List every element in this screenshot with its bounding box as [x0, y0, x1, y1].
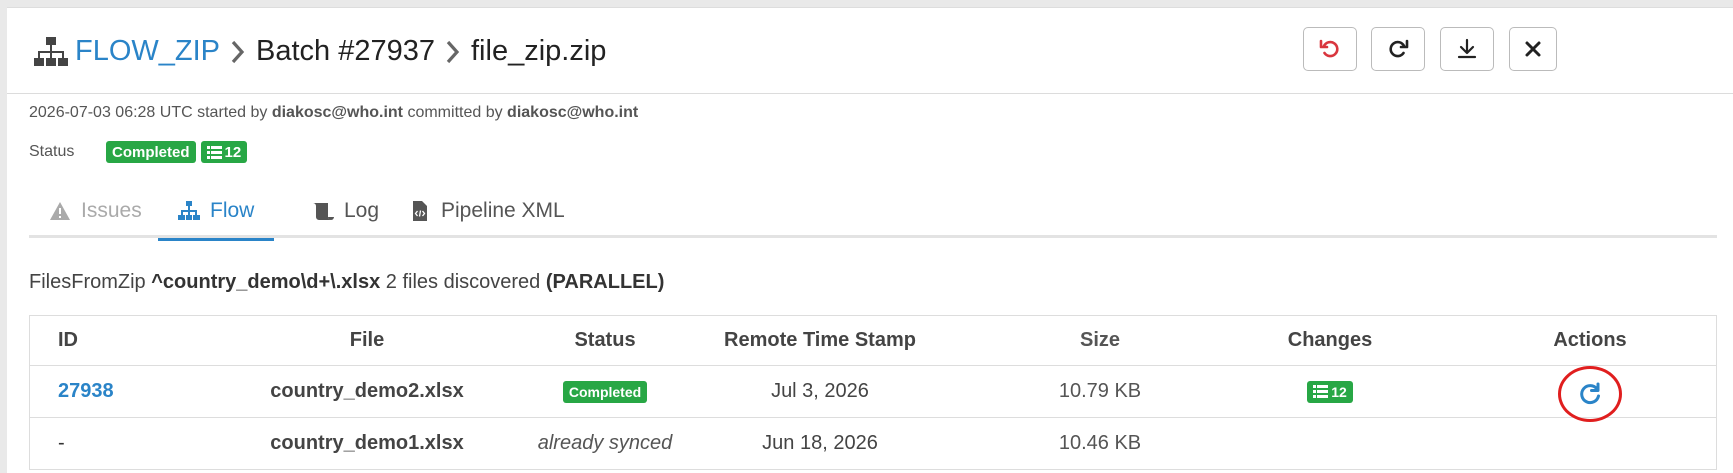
row-timestamp: Jun 18, 2026	[762, 432, 878, 454]
files-table: ID File Status Remote Time Stamp Size Ch…	[29, 315, 1717, 470]
row-status: already synced	[537, 432, 673, 454]
row-id-cell: 27938	[58, 366, 114, 417]
tab-issues[interactable]: Issues	[29, 184, 162, 238]
breadcrumb-batch[interactable]: Batch #27937	[256, 35, 435, 68]
row-changes-badge[interactable]: 12	[1307, 380, 1353, 403]
scroll-icon	[313, 203, 334, 220]
batch-meta: 2026-07-03 06:28 UTC started by diakosc@…	[29, 104, 638, 122]
close-button[interactable]	[1509, 27, 1557, 71]
tab-log[interactable]: Log	[292, 184, 399, 238]
refresh-icon[interactable]	[1577, 381, 1603, 407]
close-icon	[1525, 41, 1541, 57]
files-summary: FilesFromZip ^country_demo\d+\.xlsx 2 fi…	[29, 271, 664, 294]
files-pattern: ^country_demo\d+\.xlsx	[151, 271, 381, 293]
tab-pipeline-xml-label: Pipeline XML	[441, 199, 565, 222]
download-icon	[1457, 38, 1477, 59]
tab-flow[interactable]: Flow	[158, 184, 275, 241]
started-by-label: started by	[197, 104, 268, 121]
status-row: Status Completed 12	[29, 141, 248, 163]
row-id-link[interactable]: 27938	[58, 380, 114, 403]
sitemap-icon	[34, 36, 68, 66]
files-prefix: FilesFromZip	[29, 271, 146, 293]
list-icon	[1313, 385, 1329, 398]
table-row: 27938 country_demo2.xlsx Completed Jul 3…	[30, 365, 1716, 422]
table-header-row: ID File Status Remote Time Stamp Size Ch…	[30, 316, 1716, 366]
row-size: 10.46 KB	[1058, 432, 1142, 454]
col-header-actions: Actions	[1553, 329, 1627, 351]
col-header-id: ID	[58, 329, 78, 351]
started-by-user: diakosc@who.int	[271, 104, 403, 121]
files-mode: (PARALLEL)	[545, 271, 665, 293]
highlight-circle	[1558, 365, 1622, 422]
tab-pipeline-xml[interactable]: Pipeline XML	[389, 184, 585, 238]
breadcrumb: FLOW_ZIP Batch #27937 file_zip.zip	[33, 35, 606, 68]
col-header-size: Size	[1079, 329, 1121, 351]
status-label: Status	[29, 143, 75, 160]
row-changes-cell: 12	[1250, 366, 1410, 417]
sitemap-icon	[178, 201, 200, 220]
undo-icon	[1319, 39, 1339, 58]
list-icon	[206, 145, 222, 159]
col-header-status: Status	[574, 329, 636, 351]
warning-icon	[50, 202, 70, 220]
row-id: -	[58, 432, 65, 454]
tab-log-label: Log	[344, 199, 380, 222]
breadcrumb-root-link[interactable]: FLOW_ZIP	[75, 35, 220, 68]
page-header: FLOW_ZIP Batch #27937 file_zip.zip	[7, 8, 1733, 94]
undo-button[interactable]	[1303, 27, 1357, 71]
download-button[interactable]	[1440, 27, 1494, 71]
row-file: country_demo1.xlsx	[270, 432, 464, 454]
chevron-right-icon	[435, 35, 471, 68]
redo-icon	[1389, 39, 1409, 58]
changes-badge[interactable]: 12	[200, 141, 248, 163]
chevron-right-icon	[220, 35, 256, 68]
changes-count: 12	[224, 143, 242, 161]
tab-issues-label: Issues	[81, 199, 142, 222]
tab-flow-label: Flow	[210, 199, 255, 222]
row-size: 10.79 KB	[1058, 380, 1142, 402]
row-actions-cell	[1540, 365, 1640, 422]
col-header-timestamp: Remote Time Stamp	[724, 329, 916, 351]
col-header-file: File	[349, 329, 385, 351]
code-file-icon	[413, 201, 427, 221]
row-status-cell: Completed	[525, 366, 685, 417]
committed-by-label: committed by	[407, 104, 503, 121]
status-badge: Completed	[106, 141, 196, 163]
breadcrumb-file: file_zip.zip	[471, 35, 607, 67]
tab-bar: Issues Flow Log Pipeline XML	[29, 176, 1717, 241]
col-header-changes: Changes	[1287, 329, 1373, 351]
row-status-badge: Completed	[562, 380, 648, 403]
row-file: country_demo2.xlsx	[270, 380, 464, 402]
batch-timestamp: 2026-07-03 06:28 UTC	[29, 104, 193, 121]
row-changes-count: 12	[1331, 383, 1347, 400]
table-row: - country_demo1.xlsx already synced Jun …	[30, 418, 1716, 470]
files-count: 2 files discovered	[385, 271, 541, 293]
redo-button[interactable]	[1371, 27, 1425, 71]
committed-by-user: diakosc@who.int	[507, 104, 639, 121]
row-timestamp: Jul 3, 2026	[771, 380, 869, 402]
main-panel: FLOW_ZIP Batch #27937 file_zip.zip 2026-…	[7, 7, 1733, 473]
